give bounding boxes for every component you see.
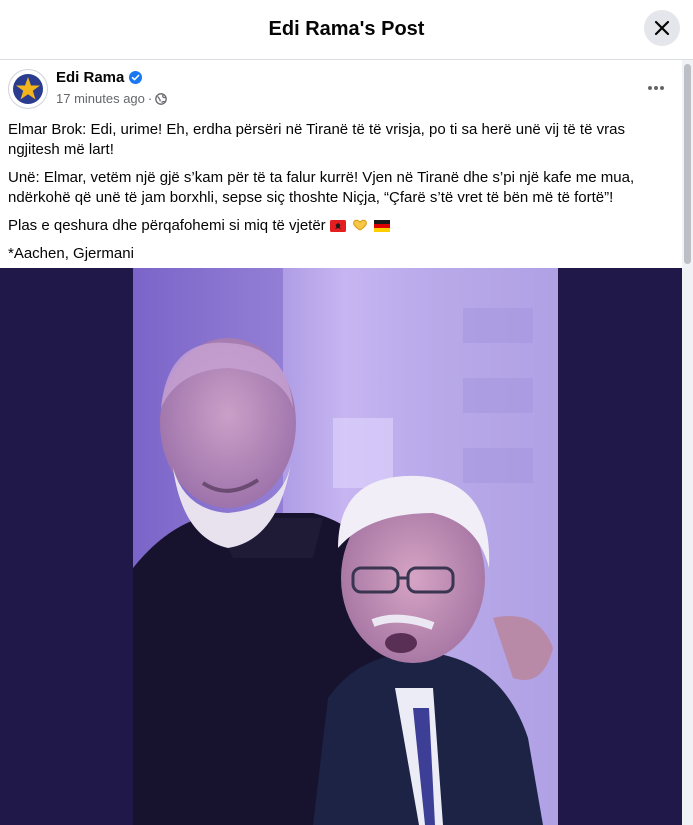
post-area: Edi Rama 17 minutes ago · Elmar Brok: Ed… <box>0 60 693 825</box>
post-paragraph: Elmar Brok: Edi, urime! Eh, erdha përsër… <box>8 121 625 158</box>
more-dots-icon <box>648 86 664 90</box>
party-logo-icon <box>10 71 46 107</box>
post-photo[interactable] <box>133 268 558 825</box>
post-location: *Aachen, Gjermani <box>8 245 134 262</box>
modal-title: Edi Rama's Post <box>268 18 425 40</box>
post-paragraph-text: Plas e qeshura dhe përqafohemi si miq të… <box>8 217 326 234</box>
scrollbar-thumb[interactable] <box>684 64 691 264</box>
post-paragraph-with-emoji: Plas e qeshura dhe përqafohemi si miq të… <box>8 216 674 236</box>
meta-separator: · <box>147 91 153 106</box>
author-name[interactable]: Edi Rama <box>56 69 124 86</box>
post-timestamp[interactable]: 17 minutes ago <box>56 91 145 106</box>
more-options-button[interactable] <box>644 76 668 100</box>
post-meta: 17 minutes ago · <box>56 91 168 106</box>
albania-flag-icon <box>329 220 346 232</box>
post-text: Elmar Brok: Edi, urime! Eh, erdha përsër… <box>8 120 674 272</box>
post-paragraph: Unë: Elmar, vetëm një gjë s’kam për të t… <box>8 169 635 206</box>
post-modal-header: Edi Rama's Post <box>0 0 693 60</box>
avatar[interactable] <box>8 69 48 109</box>
photo-illustration <box>133 268 558 825</box>
verified-badge-icon <box>129 71 143 84</box>
scrollbar[interactable] <box>682 60 693 825</box>
germany-flag-icon <box>374 220 391 232</box>
close-button[interactable] <box>644 10 680 46</box>
author-line: Edi Rama <box>56 69 143 86</box>
post-header: Edi Rama 17 minutes ago · <box>0 60 682 120</box>
globe-icon[interactable] <box>155 92 168 105</box>
heart-hands-icon <box>353 219 367 231</box>
photo-container <box>0 268 682 825</box>
close-icon <box>654 20 670 36</box>
